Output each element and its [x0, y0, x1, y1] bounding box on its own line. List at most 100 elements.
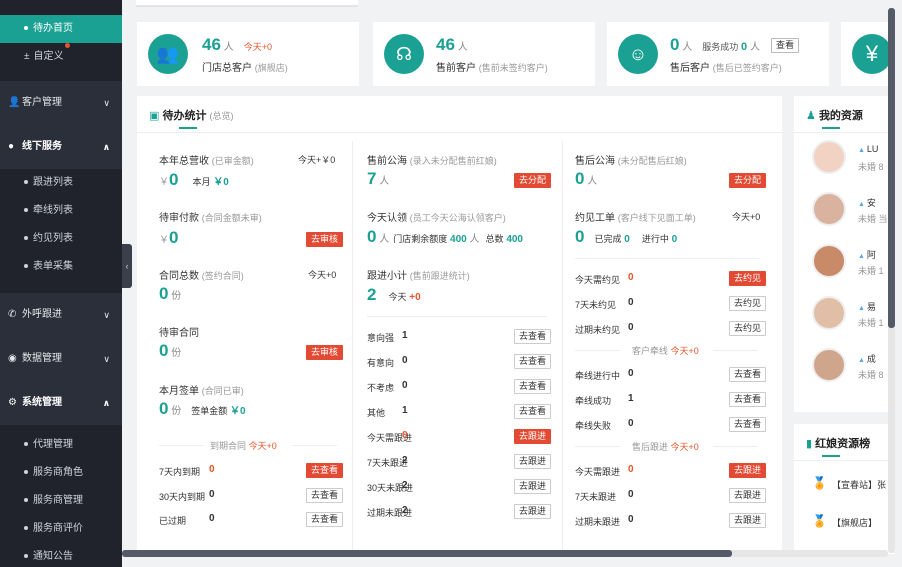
chevron-up-icon: ∧	[102, 142, 110, 152]
sidebar-group-data[interactable]: ◉ 数据管理 ∨	[0, 337, 122, 381]
assign-aftersale-button[interactable]: 去分配	[729, 173, 767, 188]
avatar[interactable]	[812, 192, 846, 226]
ranking-panel: ▮ 红娘资源榜 🏅 【宣春站】张 🏅 【旗舰店】	[794, 424, 894, 554]
row-label: 牵线成功	[575, 396, 612, 406]
scrollbar-thumb[interactable]	[122, 550, 732, 557]
horizontal-scrollbar[interactable]	[122, 550, 888, 557]
row-label: 不考虑	[367, 383, 395, 393]
resource-status: 未婚 1	[858, 266, 884, 276]
bullet-icon	[24, 498, 28, 503]
row-action-button[interactable]: 去跟进	[514, 479, 552, 494]
avatar[interactable]	[812, 244, 846, 278]
chevron-down-icon: ∨	[103, 354, 110, 364]
row-action-button[interactable]: 去查看	[306, 463, 344, 478]
row-action-button[interactable]: 去跟进	[514, 429, 552, 444]
bullet-icon	[24, 470, 28, 475]
row-action-button[interactable]: 去跟进	[729, 513, 767, 528]
resources-title: 我的资源	[818, 110, 863, 122]
sidebar-item-custom[interactable]: ± 自定义	[0, 43, 122, 71]
row-action-button[interactable]: 去查看	[514, 404, 552, 419]
stat-card-presale: ☊ 46 人 售前客户 (售前未签约客户)	[373, 22, 595, 86]
avatar[interactable]	[812, 140, 846, 174]
resource-name[interactable]: ▲ 易	[858, 300, 876, 313]
title-underline	[179, 127, 197, 129]
row-label: 今天需约见	[575, 275, 621, 285]
stat-value: 0	[670, 35, 680, 54]
row-action-button[interactable]: 去约见	[729, 321, 767, 336]
sidebar-item-providers[interactable]: 服务商管理	[0, 487, 122, 515]
assign-presale-button[interactable]: 去分配	[514, 173, 552, 188]
sidebar-item-meeting-list[interactable]: 约见列表	[0, 225, 122, 253]
resource-name-text: 成	[866, 354, 876, 364]
sidebar-item-agents[interactable]: 代理管理	[0, 431, 122, 459]
resource-name[interactable]: ▲ LU	[858, 144, 878, 154]
row-count: 2	[402, 505, 408, 516]
bullet-icon	[24, 236, 28, 241]
resource-name[interactable]: ▲ 安	[858, 196, 876, 209]
sidebar-item-provider-reviews[interactable]: 服务商评价	[0, 515, 122, 543]
row-action-button[interactable]: 去查看	[729, 417, 767, 432]
my-resources-panel: ♟ 我的资源 ▲ LU 未婚 8 ▲ 安未婚 当 ▲ 阿未婚 1 ▲ 易未婚 1 ▲ 成未…	[794, 96, 894, 412]
row-count: 0	[209, 513, 215, 524]
row-count: 0	[402, 355, 408, 366]
stat-value: 46	[436, 35, 455, 54]
review-payment-button[interactable]: 去审核	[306, 232, 344, 247]
bullet-icon	[24, 180, 28, 185]
sidebar-item-todo-home[interactable]: 待办首页	[0, 15, 122, 43]
row-action-button[interactable]: 去约见	[729, 271, 767, 286]
resource-name-text: LU	[866, 144, 879, 154]
row-count: 0	[628, 464, 634, 475]
sidebar-group-system[interactable]: ⚙ 系统管理 ∧	[0, 381, 122, 425]
main-area: 👥 46 人今天+0 门店总客户 (旗舰店) ☊ 46 人 售前客户 (售前未签…	[122, 0, 902, 567]
sidebar-item-notices[interactable]: 通知公告	[0, 543, 122, 567]
phone-icon: ✆	[8, 309, 17, 320]
row-label: 7天未约见	[575, 300, 617, 310]
row-label: 过期未约见	[575, 325, 621, 335]
row-count: 0	[402, 380, 408, 391]
resource-status: 未婚 1	[858, 318, 884, 328]
sidebar-group-outbound[interactable]: ✆ 外呼跟进 ∨	[0, 293, 122, 337]
sidebar-item-followup-list[interactable]: 跟进列表	[0, 169, 122, 197]
row-label: 意向强	[367, 333, 395, 343]
medal-icon: 🏅	[812, 476, 827, 490]
row-action-button[interactable]: 去跟进	[729, 463, 767, 478]
sidebar-collapse-handle[interactable]: ‹	[122, 244, 132, 288]
resource-name[interactable]: ▲ 成	[858, 352, 876, 365]
row-action-button[interactable]: 去约见	[729, 296, 767, 311]
row-action-button[interactable]: 去查看	[514, 329, 552, 344]
row-action-button[interactable]: 去查看	[729, 392, 767, 407]
ranking-item[interactable]: 【宣春站】张	[832, 478, 886, 491]
resource-name-text: 易	[866, 302, 876, 312]
resource-name-text: 阿	[866, 250, 876, 260]
row-action-button[interactable]: 去跟进	[729, 488, 767, 503]
avatar[interactable]	[812, 296, 846, 330]
row-action-button[interactable]: 去查看	[306, 512, 344, 527]
sidebar-item-provider-roles[interactable]: 服务商角色	[0, 459, 122, 487]
review-contract-button[interactable]: 去审核	[306, 345, 344, 360]
vertical-scrollbar[interactable]	[888, 8, 895, 553]
bullet-icon	[24, 442, 28, 447]
sidebar-item-form-collect[interactable]: 表单采集	[0, 253, 122, 281]
bullet-icon	[24, 208, 28, 213]
ranking-item[interactable]: 【旗舰店】	[832, 516, 877, 529]
sidebar-item-match-list[interactable]: 牵线列表	[0, 197, 122, 225]
row-action-button[interactable]: 去查看	[729, 367, 767, 382]
row-count: 0	[628, 489, 634, 500]
row-count: 0	[628, 322, 634, 333]
chevron-down-icon: ∨	[103, 310, 110, 320]
sidebar-group-offline[interactable]: ● 线下服务 ∧	[0, 125, 122, 169]
row-action-button[interactable]: 去查看	[306, 487, 344, 503]
row-action-button[interactable]: 去跟进	[514, 504, 552, 519]
resource-name[interactable]: ▲ 阿	[858, 248, 876, 261]
chevron-up-icon: ∧	[102, 398, 110, 408]
row-action-button[interactable]: 去查看	[514, 379, 552, 394]
avatar[interactable]	[812, 348, 846, 382]
row-action-button[interactable]: 去跟进	[514, 454, 552, 469]
sidebar-group-customers[interactable]: 👤 客户管理 ∨	[0, 81, 122, 125]
scrollbar-thumb[interactable]	[888, 8, 895, 328]
row-label: 7天内到期	[159, 467, 201, 477]
view-success-button[interactable]: 查看	[771, 38, 800, 53]
row-count: 1	[628, 393, 634, 404]
user-icon: 👤	[8, 97, 21, 108]
row-action-button[interactable]: 去查看	[514, 354, 552, 369]
